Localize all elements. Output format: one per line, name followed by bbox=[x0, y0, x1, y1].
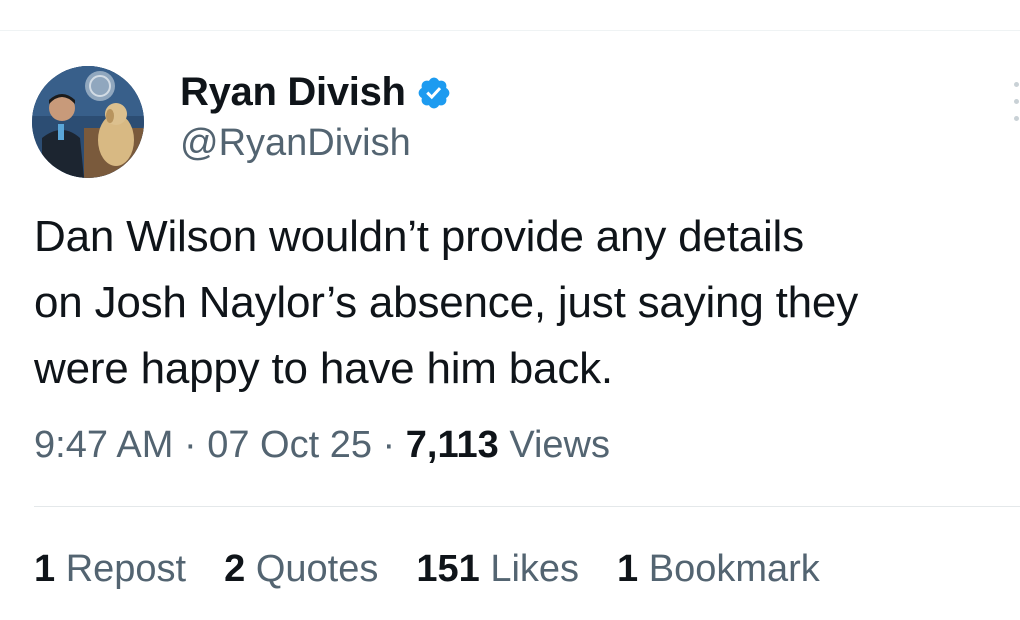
likes-stat[interactable]: 151 Likes bbox=[416, 548, 579, 591]
reposts-count: 1 bbox=[34, 548, 56, 590]
avatar-image bbox=[32, 66, 144, 178]
more-options-icon[interactable] bbox=[1014, 82, 1020, 126]
tweet-date[interactable]: 07 Oct 25 bbox=[207, 424, 372, 466]
verified-badge-icon bbox=[418, 77, 450, 108]
quotes-label: Quotes bbox=[255, 548, 379, 590]
tweet-text: Dan Wilson wouldn’t provide any details … bbox=[34, 212, 858, 393]
author-display-name[interactable]: Ryan Divish bbox=[180, 70, 406, 115]
engagement-stats: 1 Repost 2 Quotes 151 Likes 1 Bookmark bbox=[34, 548, 820, 591]
likes-count: 151 bbox=[416, 548, 480, 590]
meta-separator: · bbox=[183, 424, 197, 466]
likes-label: Likes bbox=[490, 548, 580, 590]
views-count: 7,113 bbox=[405, 424, 499, 466]
top-divider bbox=[0, 30, 1020, 31]
bookmarks-count: 1 bbox=[617, 548, 639, 590]
author-name-row: Ryan Divish bbox=[180, 70, 452, 115]
author-handle[interactable]: @RyanDivish bbox=[180, 122, 411, 165]
tweet-time[interactable]: 9:47 AM bbox=[34, 424, 173, 466]
avatar[interactable] bbox=[32, 66, 144, 178]
bookmarks-label: Bookmark bbox=[648, 548, 820, 590]
reposts-label: Repost bbox=[65, 548, 187, 590]
reposts-stat[interactable]: 1 Repost bbox=[34, 548, 186, 591]
stats-divider bbox=[34, 506, 1020, 507]
views-label: Views bbox=[509, 424, 610, 466]
bookmarks-stat[interactable]: 1 Bookmark bbox=[617, 548, 820, 591]
quotes-count: 2 bbox=[224, 548, 246, 590]
tweet-meta: 9:47 AM · 07 Oct 25 · 7,113 Views bbox=[34, 424, 610, 467]
quotes-stat[interactable]: 2 Quotes bbox=[224, 548, 378, 591]
meta-separator: · bbox=[382, 424, 396, 466]
